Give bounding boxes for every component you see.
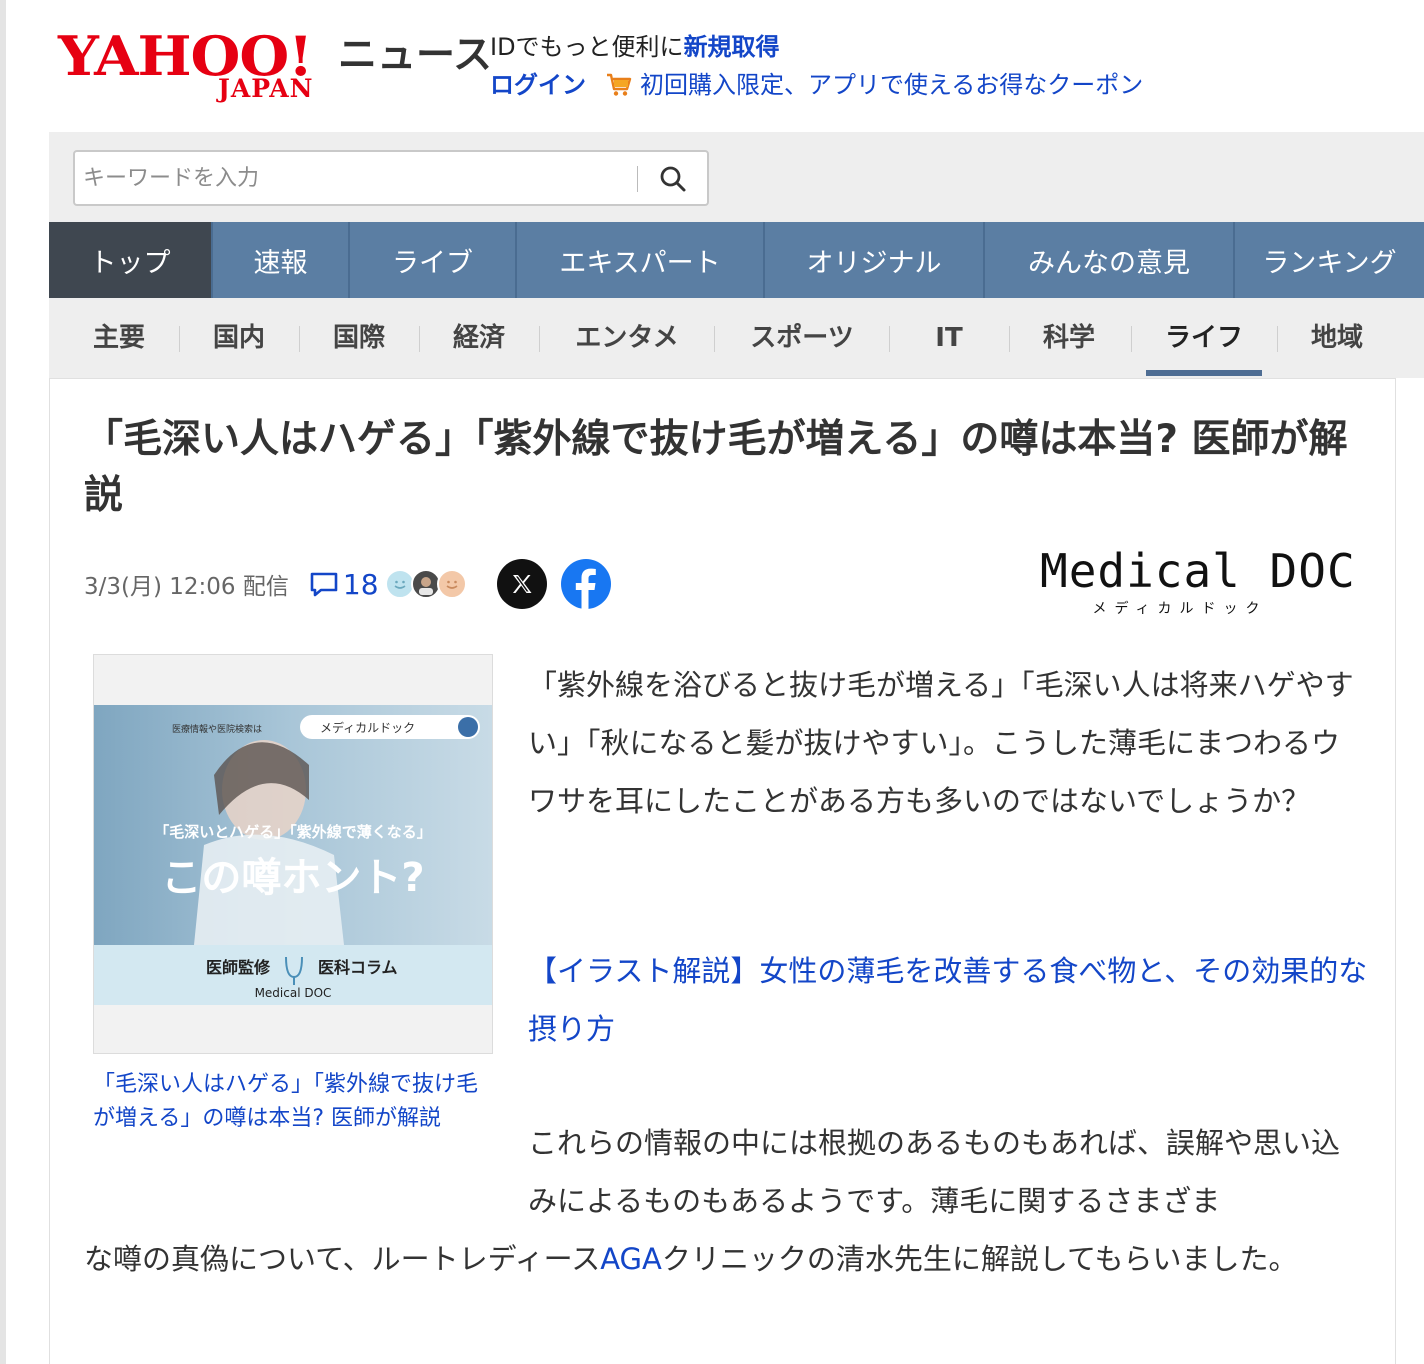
- active-category-indicator: [1146, 370, 1262, 376]
- category-separator: [419, 326, 420, 352]
- smile-face-icon: [446, 580, 458, 589]
- article-paragraph-continued: な噂の真偽について、ルートレディースAGAクリニックの清水先生に解説してもらいま…: [84, 1230, 1374, 1288]
- banner-search-text: メディカルドック: [320, 720, 415, 735]
- search-input[interactable]: [83, 162, 623, 194]
- category-tab-entertainment[interactable]: エンタメ: [549, 320, 705, 356]
- user-photo-icon: [418, 577, 433, 595]
- search-separator: [637, 166, 638, 192]
- comment-count: 18: [342, 567, 379, 601]
- comment-icon: [310, 572, 338, 597]
- paragraph-text: な噂の真偽について、ルートレディース: [84, 1242, 601, 1276]
- main-nav-item-live[interactable]: ライブ: [350, 222, 517, 298]
- coupon-link[interactable]: 初回購入限定、アプリで使えるお得なクーポン: [640, 70, 1143, 100]
- main-nav-item-expert[interactable]: エキスパート: [517, 222, 765, 298]
- smile-face-icon: [394, 580, 406, 589]
- category-tab-science[interactable]: 科学: [1019, 320, 1119, 356]
- article-paragraph: 「紫外線を浴びると抜け毛が増える」「毛深い人は将来ハゲやすい」「秋になると髪が抜…: [528, 668, 1354, 818]
- image-caption-link[interactable]: 「毛深い人はハゲる」「紫外線で抜け毛が増える」の噂は本当? 医師が解説: [93, 1068, 493, 1136]
- source-logo-subtext: メディカルドック: [1092, 601, 1268, 617]
- x-logo-icon: [512, 575, 532, 593]
- share-x-button[interactable]: [496, 559, 547, 609]
- service-name[interactable]: ニュース: [338, 32, 492, 80]
- category-separator: [714, 326, 715, 352]
- category-separator: [1277, 326, 1278, 352]
- banner-footer-brand: Medical DOC: [255, 986, 332, 1000]
- avatar: [436, 569, 467, 599]
- comment-count-link[interactable]: 18: [309, 568, 379, 601]
- main-nav-item-original[interactable]: オリジナル: [765, 222, 985, 298]
- main-nav: トップ 速報 ライブ エキスパート オリジナル みんなの意見 ランキング: [49, 222, 1424, 298]
- publish-date: 3/3(月) 12:06 配信: [84, 574, 289, 600]
- paragraph-text: クリニックの清水先生に解説してもらいました。: [661, 1242, 1298, 1276]
- category-separator: [1009, 326, 1010, 352]
- share-facebook-button[interactable]: [560, 559, 611, 609]
- main-nav-item-top[interactable]: トップ: [49, 222, 213, 298]
- facebook-logo-icon: [575, 568, 596, 609]
- category-separator: [889, 326, 890, 352]
- aga-keyword-link[interactable]: AGA: [600, 1242, 662, 1276]
- page-root: YAHOO! JAPAN ニュース IDでもっと便利に新規取得 ログイン 初回購…: [0, 0, 1424, 1364]
- login-link[interactable]: ログイン: [490, 70, 586, 100]
- yahoo-japan-logo[interactable]: YAHOO! JAPAN: [58, 26, 330, 102]
- header-promo: IDでもっと便利に新規取得 ログイン 初回購入限定、アプリで使えるお得なクーポン: [490, 32, 1143, 100]
- category-tab-life[interactable]: ライフ: [1146, 320, 1262, 356]
- main-nav-item-ranking[interactable]: ランキング: [1235, 222, 1424, 298]
- search-button[interactable]: [653, 160, 693, 198]
- banner-label: 医療情報や医院検索は: [172, 723, 262, 735]
- article-paragraph: これらの情報の中には根拠のあるものもあれば、誤解や思い込みによるものもあるようで…: [528, 1126, 1341, 1218]
- source-logo[interactable]: Medical DOC メディカルドック: [1040, 544, 1356, 620]
- category-tab-local[interactable]: 地域: [1287, 320, 1387, 356]
- category-tab-sports[interactable]: スポーツ: [724, 320, 880, 356]
- category-tab-domestic[interactable]: 国内: [189, 320, 289, 356]
- signup-link[interactable]: 新規取得: [684, 33, 780, 61]
- category-separator: [299, 326, 300, 352]
- search-icon: [660, 166, 686, 192]
- main-nav-item-breaking[interactable]: 速報: [213, 222, 350, 298]
- logo-japan-text: JAPAN: [218, 74, 314, 103]
- banner-headline-small: 「毛深いとハゲる」「紫外線で薄くなる」: [154, 823, 432, 841]
- main-nav-item-opinions[interactable]: みんなの意見: [985, 222, 1235, 298]
- banner-headline-big: この噂ホント?: [161, 855, 424, 901]
- category-tab-international[interactable]: 国際: [309, 320, 409, 356]
- category-separator: [179, 326, 180, 352]
- category-tab-major[interactable]: 主要: [69, 320, 169, 356]
- article-thumbnail-illustration: 医療情報や医院検索は メディカルドック 「毛深いとハゲる」「紫外線で薄くなる」 …: [94, 705, 492, 1005]
- banner-footer-right: 医科コラム: [318, 958, 398, 977]
- promo-text: IDでもっと便利に: [490, 33, 684, 61]
- left-edge-strip: [0, 0, 6, 1364]
- related-article-link[interactable]: 【イラスト解説】女性の薄毛を改善する食べ物と、その効果的な摂り方: [528, 942, 1368, 1058]
- banner-footer-left: 医師監修: [206, 958, 271, 977]
- category-separator: [539, 326, 540, 352]
- article-meta: 3/3(月) 12:06 配信 18: [84, 559, 611, 609]
- shopping-cart-icon: [607, 73, 632, 96]
- search-band: [49, 132, 1424, 222]
- article-image[interactable]: 医療情報や医院検索は メディカルドック 「毛深いとハゲる」「紫外線で薄くなる」 …: [93, 654, 493, 1054]
- article-title: 「毛深い人はハゲる」「紫外線で抜け毛が増える」の噂は本当? 医師が解説: [84, 417, 1348, 518]
- search-box: [73, 150, 709, 206]
- category-separator: [1131, 326, 1132, 352]
- category-tab-it[interactable]: IT: [899, 320, 999, 356]
- source-logo-text: Medical DOC: [1040, 544, 1356, 598]
- category-tab-economy[interactable]: 経済: [429, 320, 529, 356]
- commenter-avatars: [384, 569, 467, 599]
- category-nav: 主要 国内 国際 経済 エンタメ スポーツ IT 科学 ライフ 地域: [49, 298, 1424, 378]
